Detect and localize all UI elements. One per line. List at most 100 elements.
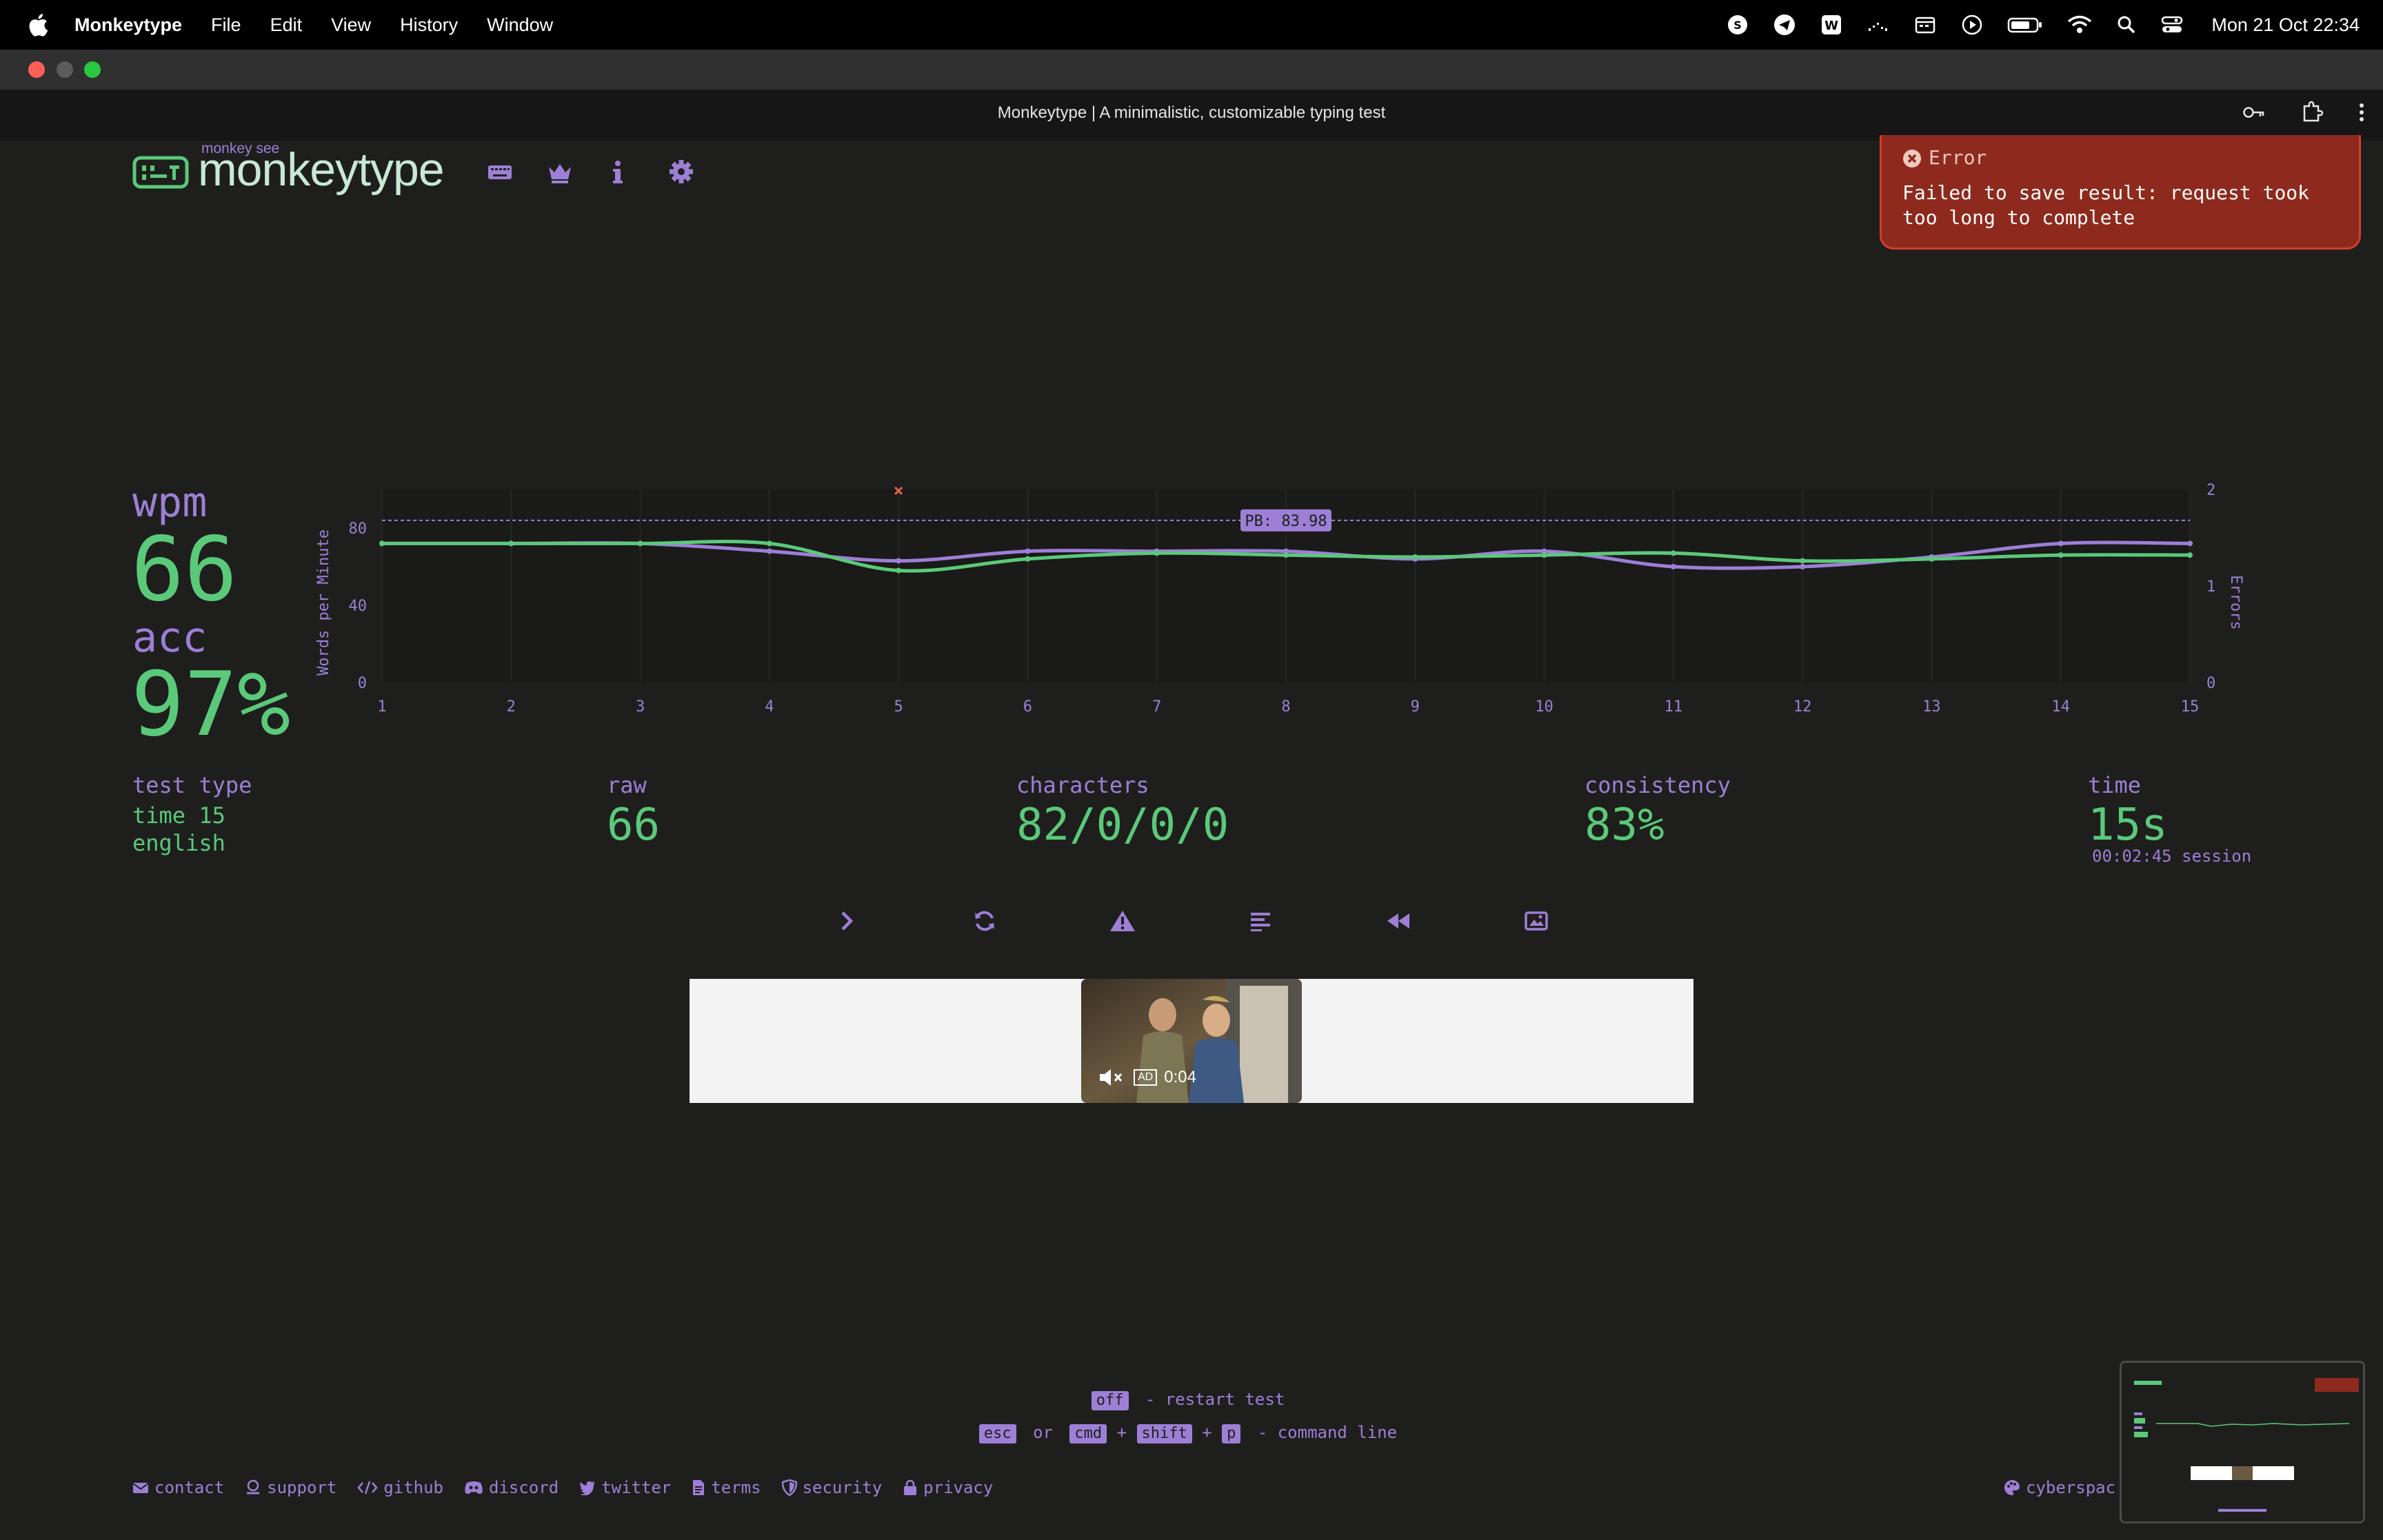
footer-terms[interactable]: terms — [692, 1478, 761, 1497]
point-raw — [2187, 540, 2193, 547]
point-wpm — [379, 540, 385, 547]
discord-icon — [465, 1481, 483, 1494]
battery-icon[interactable] — [2007, 13, 2043, 37]
footer-security-label: security — [802, 1478, 883, 1497]
crown-icon[interactable] — [546, 157, 574, 186]
spotlight-icon[interactable] — [2116, 13, 2137, 37]
menu-view[interactable]: View — [331, 14, 371, 36]
x-tick-label: 8 — [1281, 698, 1290, 716]
chart-y2-ticks: 0 1 2 — [2206, 482, 2215, 692]
footer-github[interactable]: github — [357, 1478, 443, 1497]
footer-security[interactable]: security — [781, 1478, 883, 1497]
wifi-icon[interactable] — [2067, 13, 2093, 37]
error-toast[interactable]: Error Failed to save result: request too… — [1880, 135, 2361, 250]
consistency-label: consistency — [1585, 772, 1731, 798]
toast-title: Error — [1929, 146, 1987, 169]
menu-history[interactable]: History — [400, 14, 458, 36]
error-icon — [1903, 150, 1921, 168]
point-wpm — [1670, 550, 1676, 556]
gear-icon[interactable] — [667, 157, 695, 186]
minimize-window-button[interactable] — [57, 61, 73, 78]
x-tick-label: 6 — [1023, 698, 1032, 716]
page-title: Monkeytype | A minimalistic, customizabl… — [997, 103, 1386, 122]
footer-links: contact support github discord twitter t… — [132, 1478, 993, 1497]
command-line-hint: esc or cmd + shift + p - command line — [0, 1423, 2383, 1443]
onyx-icon[interactable]: S — [1726, 13, 1749, 37]
y-tick-label: 80 — [349, 520, 368, 538]
hint-restart-text: - restart test — [1145, 1390, 1285, 1409]
keyboard-icon[interactable] — [487, 157, 513, 186]
footer-discord[interactable]: discord — [464, 1478, 559, 1497]
key-icon[interactable] — [2242, 103, 2266, 121]
apple-icon[interactable] — [28, 13, 48, 37]
raw-value: 66 — [607, 800, 661, 851]
muted-icon[interactable] — [1098, 1067, 1127, 1088]
time-value: 15s — [2088, 800, 2168, 851]
logo-icon[interactable] — [132, 156, 189, 189]
words-history-button[interactable] — [1244, 907, 1277, 935]
telegram-icon[interactable] — [1773, 13, 1796, 37]
info-icon[interactable] — [611, 157, 625, 186]
point-wpm — [637, 540, 643, 547]
characters-label: characters — [1016, 772, 1149, 798]
menu-app-name[interactable]: Monkeytype — [74, 14, 182, 36]
point-wpm — [1541, 552, 1547, 558]
point-wpm — [1283, 552, 1289, 558]
control-center-icon[interactable] — [2160, 13, 2184, 37]
point-wpm — [1800, 558, 1806, 564]
chart-y-label: Words per Minute — [315, 529, 332, 676]
point-wpm — [766, 540, 772, 547]
report-button[interactable] — [1106, 907, 1139, 935]
hint-key-off: off — [1091, 1391, 1129, 1410]
menu-file[interactable]: File — [211, 14, 241, 36]
more-menu-icon[interactable] — [2358, 102, 2365, 123]
x-tick-label: 7 — [1152, 698, 1161, 716]
footer-privacy[interactable]: privacy — [903, 1478, 993, 1497]
footer-twitter[interactable]: twitter — [579, 1478, 671, 1497]
twitter-icon — [580, 1481, 596, 1495]
x-tick-label: 1 — [377, 698, 386, 716]
hint-command-text: - command line — [1257, 1423, 1398, 1442]
document-icon — [693, 1480, 705, 1495]
point-raw — [1025, 548, 1031, 554]
x-tick-label: 11 — [1665, 698, 1683, 716]
menu-clock[interactable]: Mon 21 Oct 22:34 — [2211, 14, 2360, 36]
screenshot-button[interactable] — [1520, 907, 1553, 935]
logo-text[interactable]: monkeytype — [198, 143, 445, 196]
wpm-chart[interactable]: 04080 012 1 2 3 4 5 6 7 8 9 10 11 12 13 14 15 Words pe… — [303, 469, 2262, 758]
maximize-window-button[interactable] — [84, 61, 101, 78]
footer-terms-label: terms — [711, 1478, 761, 1497]
chart-y2-label: Errors — [2227, 575, 2244, 629]
ad-controls[interactable]: AD 0:04 — [1098, 1067, 1196, 1088]
consistency-value: 83% — [1585, 800, 1665, 851]
footer-support[interactable]: support — [245, 1478, 336, 1497]
menu-window[interactable]: Window — [487, 14, 553, 36]
hint-key-shift: shift — [1136, 1424, 1192, 1443]
words-history-icon — [1251, 913, 1270, 931]
time-label: time — [2088, 772, 2142, 798]
test-type-mode: time 15 — [132, 802, 225, 829]
theme-button[interactable]: cyberspac — [2004, 1478, 2115, 1497]
point-raw — [2058, 540, 2064, 547]
hint-key-esc: esc — [978, 1424, 1016, 1443]
acc-value: 97% — [131, 654, 291, 756]
play-icon[interactable] — [1960, 13, 1984, 37]
restart-button[interactable] — [968, 907, 1001, 935]
word-icon[interactable]: W — [1820, 13, 1843, 37]
lock-icon — [904, 1479, 917, 1495]
extensions-icon[interactable] — [2300, 101, 2324, 124]
menu-edit[interactable]: Edit — [270, 14, 303, 36]
replay-button[interactable] — [1382, 907, 1415, 935]
point-wpm — [1154, 550, 1160, 556]
x-tick-label: 4 — [765, 698, 774, 716]
calendar-icon[interactable] — [1913, 13, 1937, 37]
shield-icon — [781, 1479, 797, 1496]
raw-label: raw — [607, 772, 647, 798]
test-type-language: english — [132, 830, 225, 856]
close-window-button[interactable] — [28, 61, 45, 78]
waveform-icon[interactable] — [1867, 13, 1890, 37]
footer-contact[interactable]: contact — [132, 1478, 224, 1497]
screenshot-thumbnail[interactable] — [2120, 1361, 2365, 1523]
next-test-button[interactable] — [830, 907, 863, 935]
point-wpm — [1025, 556, 1031, 562]
